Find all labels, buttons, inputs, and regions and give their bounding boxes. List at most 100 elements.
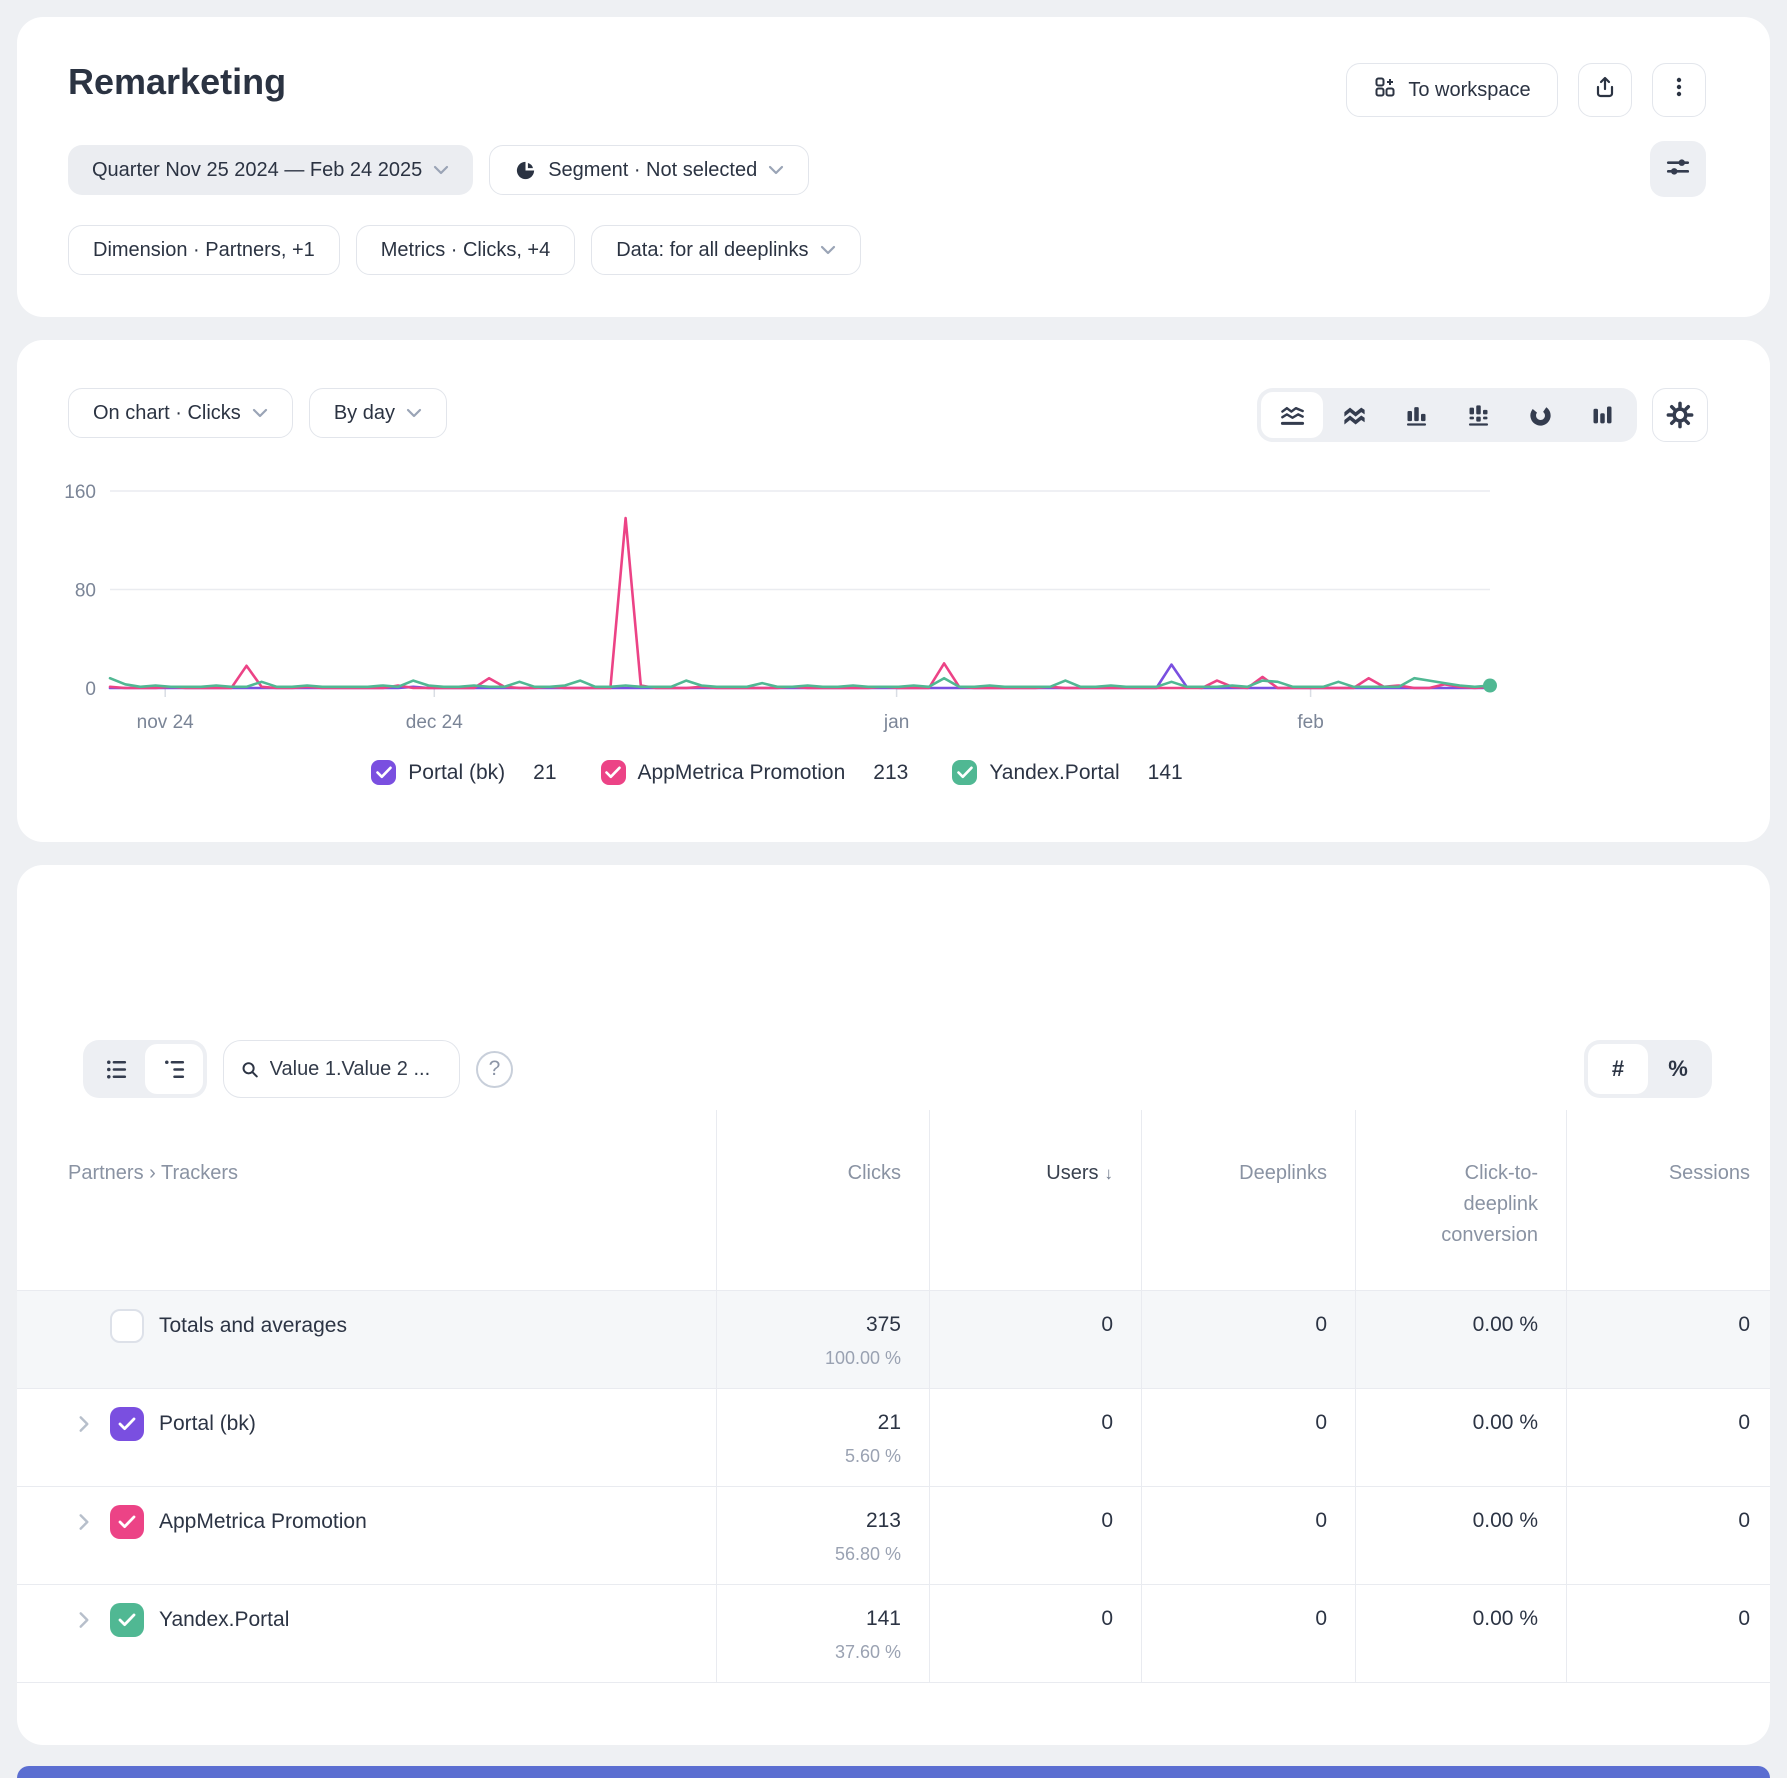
filter-chips-row-1: Quarter Nov 25 2024 — Feb 24 2025 Segmen… [68, 145, 809, 195]
legend-value: 141 [1148, 761, 1183, 785]
table-row-appmetrica-promotion[interactable]: AppMetrica Promotion 21356.80 % 0 0 0.00… [17, 1486, 1770, 1584]
table-row-yandex-portal[interactable]: Yandex.Portal 14137.60 % 0 0 0.00 % 0 [17, 1584, 1770, 1682]
cell-users: 0 [929, 1585, 1141, 1682]
filters-settings-button[interactable] [1650, 141, 1706, 197]
chevron-down-icon [820, 245, 836, 255]
flat-list-view-button[interactable] [87, 1044, 145, 1094]
percent-mode-button[interactable]: % [1648, 1044, 1708, 1094]
svg-text:80: 80 [75, 581, 96, 602]
row-label: AppMetrica Promotion [159, 1510, 367, 1534]
metrics-label: Metrics · Clicks, +4 [381, 239, 550, 262]
checkbox-checked-icon[interactable] [952, 760, 977, 785]
to-workspace-button[interactable]: To workspace [1346, 63, 1558, 117]
segment-label: Segment · Not selected [548, 159, 757, 182]
table-row-totals[interactable]: Totals and averages 375100.00 % 0 0 0.00… [17, 1290, 1770, 1388]
cell-sessions: 0 [1566, 1487, 1770, 1584]
help-button[interactable]: ? [476, 1051, 513, 1088]
dimension-chip[interactable]: Dimension · Partners, +1 [68, 225, 340, 275]
cell-clicks-percent: 56.80 % [717, 1544, 901, 1565]
metrics-chip[interactable]: Metrics · Clicks, +4 [356, 225, 575, 275]
chart-card: On chart · Clicks By day [17, 340, 1770, 842]
partners-trackers-table: Partners › Trackers Clicks Users↓ Deepli… [17, 1110, 1770, 1683]
legend-label: Portal (bk) [408, 761, 505, 785]
to-workspace-label: To workspace [1408, 79, 1530, 102]
checkbox-checked-icon[interactable] [601, 760, 626, 785]
table-row-portal-bk[interactable]: Portal (bk) 215.60 % 0 0 0.00 % 0 [17, 1388, 1770, 1486]
column-header-partners-trackers[interactable]: Partners › Trackers [17, 1110, 716, 1290]
column-header-sessions[interactable]: Sessions [1566, 1110, 1770, 1290]
workspace-grid-plus-icon [1373, 75, 1397, 105]
checkbox-checked-icon[interactable] [110, 1505, 144, 1539]
chart-type-line-button[interactable] [1261, 392, 1323, 438]
cell-deeplinks: 0 [1141, 1585, 1355, 1682]
legend-item-yandex-portal[interactable]: Yandex.Portal 141 [952, 760, 1182, 785]
date-range-chip[interactable]: Quarter Nov 25 2024 — Feb 24 2025 [68, 145, 473, 195]
column-header-clicks[interactable]: Clicks [716, 1110, 929, 1290]
cell-clicks-percent: 100.00 % [717, 1348, 901, 1369]
chart-type-columns-button[interactable] [1571, 392, 1633, 438]
expand-chevron-icon[interactable] [73, 1609, 95, 1631]
chart-type-donut-button[interactable] [1509, 392, 1571, 438]
segment-chip[interactable]: Segment · Not selected [489, 145, 809, 195]
column-header-users-sorted[interactable]: Users↓ [929, 1110, 1141, 1290]
hash-icon: # [1612, 1056, 1624, 1082]
chart-type-stacked-area-button[interactable] [1323, 392, 1385, 438]
legend-label: Yandex.Portal [989, 761, 1119, 785]
checkbox-checked-icon[interactable] [110, 1603, 144, 1637]
search-input[interactable] [270, 1058, 443, 1081]
on-chart-metric-dropdown[interactable]: On chart · Clicks [68, 388, 293, 438]
cell-conversion: 0.00 % [1355, 1487, 1566, 1584]
legend-label: AppMetrica Promotion [638, 761, 846, 785]
sort-descending-icon: ↓ [1105, 1164, 1114, 1183]
more-menu-button[interactable] [1652, 63, 1706, 117]
column-header-conversion[interactable]: Click-to-deeplink conversion [1355, 1110, 1566, 1290]
cell-deeplinks: 0 [1141, 1487, 1355, 1584]
row-label: Portal (bk) [159, 1412, 256, 1436]
chart-type-toggle-group [1257, 388, 1637, 442]
chart-type-bar-button[interactable] [1385, 392, 1447, 438]
chart-type-stacked-bar-button[interactable] [1447, 392, 1509, 438]
row-label: Totals and averages [159, 1314, 347, 1338]
legend-item-portal-bk[interactable]: Portal (bk) 21 [371, 760, 556, 785]
svg-text:jan: jan [883, 712, 909, 733]
svg-text:dec 24: dec 24 [406, 712, 463, 733]
stacked-area-icon [1341, 402, 1368, 429]
granularity-dropdown[interactable]: By day [309, 388, 447, 438]
numbers-mode-button[interactable]: # [1588, 1044, 1648, 1094]
chevron-down-icon [252, 408, 268, 418]
clicks-line-chart[interactable]: 080160nov 24dec 24janfeb [47, 480, 1507, 740]
donut-chart-icon [1527, 402, 1554, 429]
cell-clicks: 375100.00 % [716, 1291, 929, 1388]
remarketing-report-page: Remarketing To workspace [0, 0, 1787, 1773]
stacked-bar-icon [1465, 402, 1492, 429]
checkbox-checked-icon[interactable] [371, 760, 396, 785]
percent-icon: % [1668, 1056, 1688, 1082]
export-button[interactable] [1578, 63, 1632, 117]
chart-settings-button[interactable] [1652, 388, 1708, 442]
cell-sessions: 0 [1566, 1291, 1770, 1388]
tree-list-icon [162, 1057, 187, 1082]
checkbox-unchecked-icon[interactable] [110, 1309, 144, 1343]
cell-conversion: 0.00 % [1355, 1389, 1566, 1486]
sliders-icon [1665, 154, 1691, 185]
chevron-down-icon [768, 165, 784, 175]
date-range-label: Quarter Nov 25 2024 — Feb 24 2025 [92, 159, 422, 182]
cell-sessions: 0 [1566, 1585, 1770, 1682]
svg-text:160: 160 [64, 482, 96, 503]
legend-item-appmetrica-promotion[interactable]: AppMetrica Promotion 213 [601, 760, 909, 785]
bottom-banner-edge[interactable] [17, 1766, 1770, 1778]
data-scope-chip[interactable]: Data: for all deeplinks [591, 225, 860, 275]
expand-chevron-icon[interactable] [73, 1511, 95, 1533]
checkbox-checked-icon[interactable] [110, 1407, 144, 1441]
table-search [223, 1040, 460, 1098]
page-title: Remarketing [68, 61, 286, 103]
table-view-toggle [83, 1040, 207, 1098]
granularity-label: By day [334, 402, 395, 425]
cell-sessions: 0 [1566, 1389, 1770, 1486]
chart-legend: Portal (bk) 21 AppMetrica Promotion 213 … [47, 760, 1507, 785]
cell-clicks-percent: 37.60 % [717, 1642, 901, 1663]
tree-list-view-button[interactable] [145, 1044, 203, 1094]
column-header-deeplinks[interactable]: Deeplinks [1141, 1110, 1355, 1290]
report-header-card: Remarketing To workspace [17, 17, 1770, 317]
expand-chevron-icon[interactable] [73, 1413, 95, 1435]
